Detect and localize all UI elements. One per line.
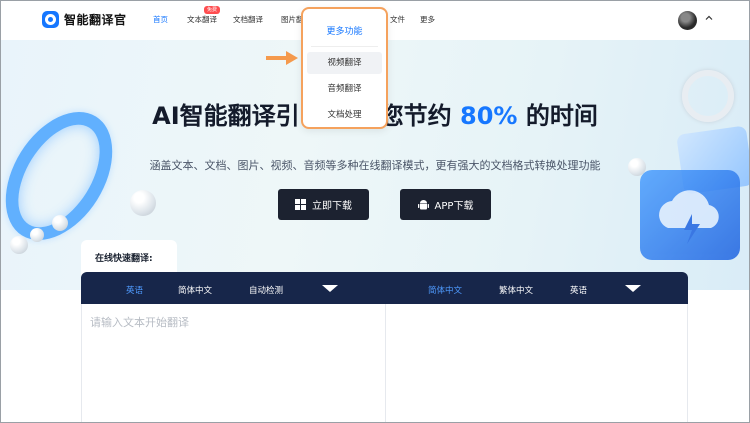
nav-item-home[interactable]: 首页 <box>153 14 168 25</box>
hero-title-part: 您节约 <box>379 102 452 130</box>
app-name: 智能翻译官 <box>64 13 127 27</box>
panel-divider <box>385 304 386 423</box>
nav-item-label: 文本翻译 <box>187 15 217 24</box>
app-download-button[interactable]: APP下载 <box>400 189 491 220</box>
target-lang-english[interactable]: 英语 <box>570 284 587 296</box>
source-lang-dropdown-icon[interactable] <box>322 285 338 292</box>
nav-item-doc-translate[interactable]: 文档翻译 <box>233 14 263 25</box>
cloud-card-decoration <box>640 170 740 260</box>
language-bar <box>81 272 688 304</box>
hero-title-part: 的时间 <box>525 102 598 130</box>
avatar[interactable] <box>678 11 697 30</box>
download-button[interactable]: 立即下载 <box>278 189 369 220</box>
source-lang-auto-detect[interactable]: 自动检测 <box>249 284 283 296</box>
app-download-button-label: APP下载 <box>434 201 474 212</box>
target-lang-traditional-chinese[interactable]: 繁体中文 <box>499 284 533 296</box>
quick-translate-label: 在线快速翻译: <box>95 254 153 264</box>
sphere-decoration <box>130 190 156 216</box>
target-lang-dropdown-icon[interactable] <box>625 285 641 292</box>
hero-title-highlight: 80% <box>460 102 518 130</box>
windows-icon <box>295 199 306 210</box>
menu-item-video-translate[interactable]: 视频翻译 <box>307 52 382 74</box>
target-lang-simplified-chinese[interactable]: 简体中文 <box>428 284 462 296</box>
download-button-label: 立即下载 <box>312 201 352 212</box>
sphere-decoration <box>30 228 44 242</box>
divider <box>311 46 378 47</box>
cloud-lightning-icon <box>659 190 719 244</box>
more-features-dropdown: 更多功能 视频翻译 音频翻译 文档处理 <box>301 7 388 129</box>
nav-item-text-translate[interactable]: 文本翻译 免费 <box>187 6 221 25</box>
source-lang-simplified-chinese[interactable]: 简体中文 <box>178 284 212 296</box>
sphere-decoration <box>52 215 68 231</box>
hero-subtitle: 涵盖文本、文档、图片、视频、音频等多种在线翻译模式，更有强大的文档格式转换处理功… <box>149 159 601 172</box>
nav-item-more[interactable]: 更多 <box>420 14 435 25</box>
logo-icon <box>42 11 59 28</box>
source-lang-english[interactable]: 英语 <box>126 284 143 296</box>
dropdown-title: 更多功能 <box>326 27 363 37</box>
app-logo[interactable]: 智能翻译官 <box>42 11 127 28</box>
pointer-arrow-icon <box>266 51 298 65</box>
source-text-input[interactable] <box>90 314 380 414</box>
sphere-decoration <box>10 236 28 254</box>
nav-item-file[interactable]: 文件 <box>390 14 405 25</box>
free-badge: 免费 <box>204 6 221 14</box>
menu-item-audio-translate[interactable]: 音频翻译 <box>307 78 382 100</box>
hero-title-part: AI智能翻译引 <box>152 102 300 130</box>
menu-item-doc-processing[interactable]: 文档处理 <box>307 104 382 126</box>
chevron-up-icon[interactable] <box>705 14 713 24</box>
android-icon <box>417 199 429 209</box>
